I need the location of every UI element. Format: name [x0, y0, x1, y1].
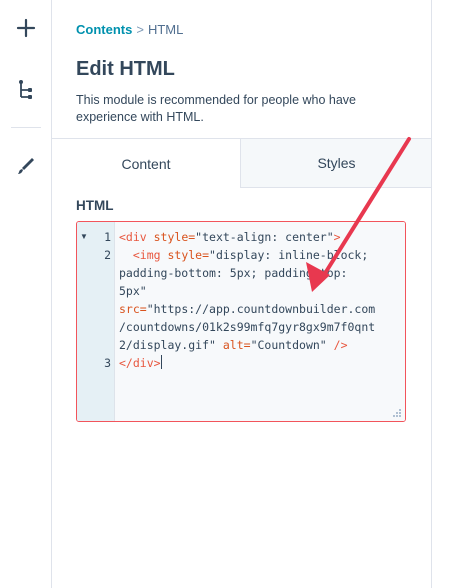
brush-icon: [18, 158, 34, 174]
page-title: Edit HTML: [76, 58, 175, 80]
rail-divider: [11, 127, 41, 128]
structure-button[interactable]: [0, 70, 52, 110]
breadcrumb-separator: >: [136, 22, 144, 37]
tab-content[interactable]: Content: [52, 139, 241, 188]
tab-bar: Content Styles: [52, 138, 432, 188]
code-line-2c: 5px": [119, 284, 147, 298]
left-rail: [0, 0, 52, 588]
code-line-3: </div>: [119, 355, 162, 370]
breadcrumb-contents-link[interactable]: Contents: [76, 22, 132, 37]
editor-code-area[interactable]: <div style="text-align: center"> <img st…: [115, 222, 405, 421]
module-description: This module is recommended for people wh…: [76, 93, 357, 124]
code-line-2f: 2/display.gif" alt="Countdown" />: [119, 338, 348, 352]
code-line-2a: <img style="display: inline-block;: [119, 248, 369, 262]
line-number: 2: [104, 248, 111, 262]
html-code-editor[interactable]: ▼ 1 2 3 <div style="text-align: center">…: [76, 221, 406, 422]
resize-handle-icon[interactable]: [392, 408, 402, 418]
code-line-1: <div style="text-align: center">: [119, 230, 341, 244]
html-field-label: HTML: [76, 198, 114, 213]
line-number: 3: [104, 356, 111, 370]
code-line-2e: /countdowns/01k2s99mfq7gyr8gx9m7f0qnt: [119, 320, 376, 334]
edit-panel: Contents > HTML Edit HTML This module is…: [52, 0, 432, 588]
tree-structure-icon: [19, 80, 32, 99]
editor-gutter: ▼ 1 2 3: [77, 222, 115, 421]
code-line-2d: src="https://app.countdownbuilder.com: [119, 302, 376, 316]
design-button[interactable]: [0, 146, 52, 186]
plus-icon: [16, 18, 36, 38]
breadcrumb: Contents > HTML: [76, 22, 183, 37]
text-cursor: [160, 355, 162, 369]
add-module-button[interactable]: [0, 8, 52, 48]
fold-toggle-icon[interactable]: ▼: [80, 232, 88, 241]
right-panel-edge: [431, 0, 449, 588]
line-number: 1: [104, 230, 111, 244]
tab-styles[interactable]: Styles: [241, 139, 432, 188]
code-line-2b: padding-bottom: 5px; padding-top:: [119, 266, 348, 280]
breadcrumb-current: HTML: [147, 22, 184, 37]
